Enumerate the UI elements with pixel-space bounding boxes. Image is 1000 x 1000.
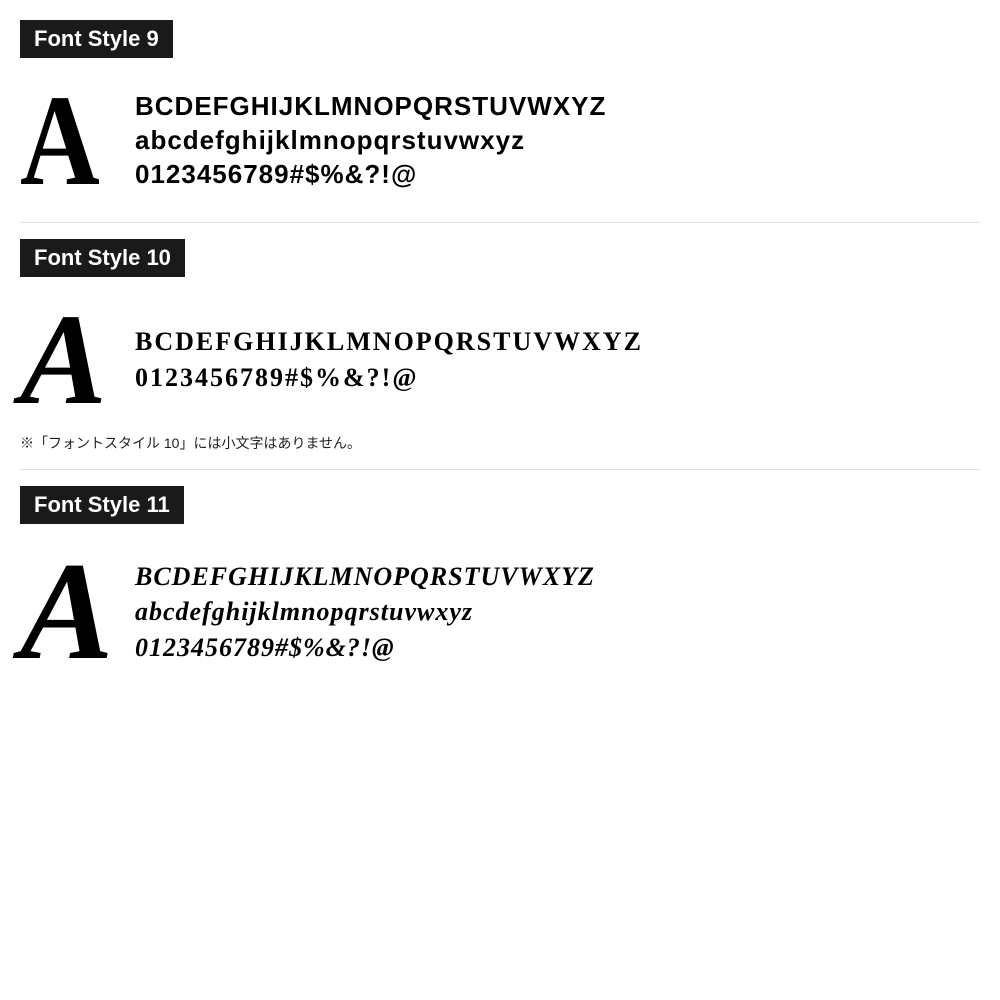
font11-big-letter: A	[20, 542, 115, 682]
font11-line2: abcdefghijklmnopqrstuvwxyz	[135, 594, 595, 629]
font9-line2: abcdefghijklmnopqrstuvwxyz	[135, 124, 606, 158]
divider1	[20, 222, 980, 223]
font11-label: Font Style 11	[20, 486, 184, 524]
font11-line3: 0123456789#$%&?!@	[135, 630, 595, 665]
font9-label: Font Style 9	[20, 20, 173, 58]
font9-chars: BCDEFGHIJKLMNOPQRSTUVWXYZ abcdefghijklmn…	[135, 90, 606, 191]
font11-line1: BCDEFGHIJKLMNOPQRSTUVWXYZ	[135, 559, 595, 594]
font9-demo: A BCDEFGHIJKLMNOPQRSTUVWXYZ abcdefghijkl…	[20, 76, 980, 206]
font9-line3: 0123456789#$%&?!@	[135, 158, 606, 192]
font9-line1: BCDEFGHIJKLMNOPQRSTUVWXYZ	[135, 90, 606, 124]
font-style-11-section: Font Style 11 A BCDEFGHIJKLMNOPQRSTUVWXY…	[20, 486, 980, 682]
font11-chars: BCDEFGHIJKLMNOPQRSTUVWXYZ abcdefghijklmn…	[135, 559, 595, 664]
font11-demo: A BCDEFGHIJKLMNOPQRSTUVWXYZ abcdefghijkl…	[20, 542, 980, 682]
font10-line2: 0123456789#$%&?!@	[135, 360, 643, 396]
font-style-9-section: Font Style 9 A BCDEFGHIJKLMNOPQRSTUVWXYZ…	[20, 20, 980, 206]
font10-big-letter: A	[20, 295, 115, 425]
divider2	[20, 469, 980, 470]
font9-big-letter: A	[20, 76, 101, 206]
font10-label: Font Style 10	[20, 239, 185, 277]
font10-demo: A BCDEFGHIJKLMNOPQRSTUVWXYZ 0123456789#$…	[20, 295, 980, 425]
font10-chars: BCDEFGHIJKLMNOPQRSTUVWXYZ 0123456789#$%&…	[135, 324, 643, 397]
font10-note: ※「フォントスタイル 10」には小文字はありません。	[20, 433, 980, 453]
font-style-10-section: Font Style 10 A BCDEFGHIJKLMNOPQRSTUVWXY…	[20, 239, 980, 453]
page-container: Font Style 9 A BCDEFGHIJKLMNOPQRSTUVWXYZ…	[0, 0, 1000, 1000]
font10-line1: BCDEFGHIJKLMNOPQRSTUVWXYZ	[135, 324, 643, 360]
